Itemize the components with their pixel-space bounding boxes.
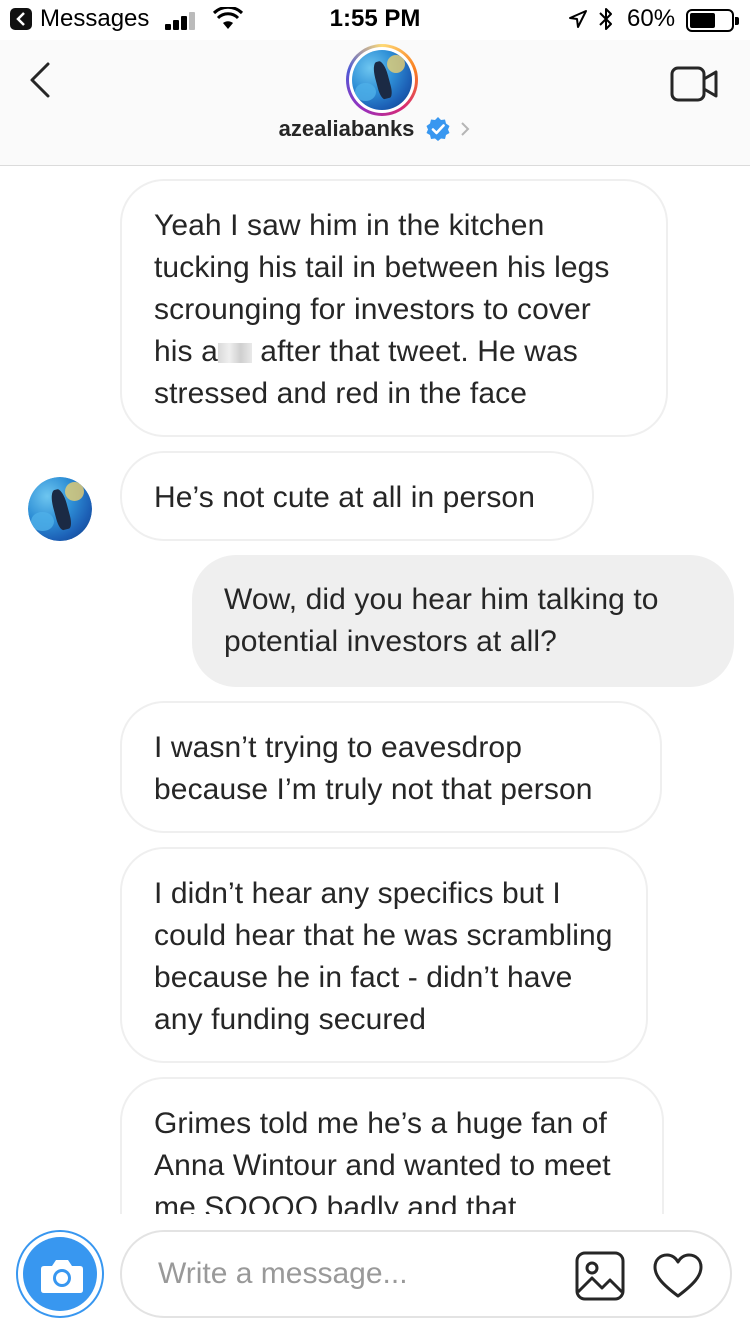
message-bubble-incoming[interactable]: Grimes told me he’s a huge fan of Anna W… [120, 1077, 664, 1214]
camera-icon [41, 1260, 83, 1293]
message-bubble-incoming[interactable]: He’s not cute at all in person [120, 451, 594, 541]
gallery-icon[interactable] [574, 1250, 626, 1302]
status-bar: Messages 1:55 PM 60% [0, 0, 750, 40]
bluetooth-icon [599, 8, 612, 30]
chevron-right-icon [461, 122, 470, 136]
battery-percent: 60% [627, 5, 676, 32]
message-text: I wasn’t trying to eavesdrop because I’m… [154, 731, 593, 806]
camera-button[interactable] [16, 1230, 104, 1318]
video-call-icon[interactable] [670, 64, 720, 104]
location-arrow-icon [569, 10, 587, 28]
username[interactable]: azealiabanks [279, 116, 415, 141]
message-text: He’s not cute at all in person [154, 481, 536, 514]
message-text: Grimes told me he’s a huge fan of Anna W… [154, 1107, 611, 1214]
message-text: I didn’t hear any specifics but I could … [154, 877, 613, 1036]
message-composer [0, 1214, 750, 1334]
censored-blur [217, 343, 252, 364]
conversation-header: azealiabanks [0, 40, 750, 166]
message-thread[interactable]: Yeah I saw him in the kitchen tucking hi… [0, 167, 750, 1214]
chevron-left-icon[interactable] [24, 60, 60, 100]
message-text: Wow, did you hear him talking to potenti… [224, 583, 659, 658]
sender-avatar[interactable] [28, 477, 92, 541]
avatar-image [352, 50, 412, 110]
heart-icon[interactable] [652, 1252, 704, 1300]
verified-badge-icon [426, 117, 450, 141]
message-bubble-incoming[interactable]: I didn’t hear any specifics but I could … [120, 847, 648, 1063]
avatar-image [28, 477, 92, 541]
message-input-field[interactable] [120, 1230, 732, 1318]
message-input[interactable] [158, 1252, 558, 1296]
profile-avatar[interactable] [346, 44, 418, 116]
message-bubble-incoming[interactable]: Yeah I saw him in the kitchen tucking hi… [120, 179, 668, 437]
message-bubble-outgoing[interactable]: Wow, did you hear him talking to potenti… [192, 555, 734, 687]
username-row[interactable]: azealiabanks [0, 116, 750, 142]
battery-icon [686, 9, 739, 32]
message-bubble-incoming[interactable]: I wasn’t trying to eavesdrop because I’m… [120, 701, 662, 833]
